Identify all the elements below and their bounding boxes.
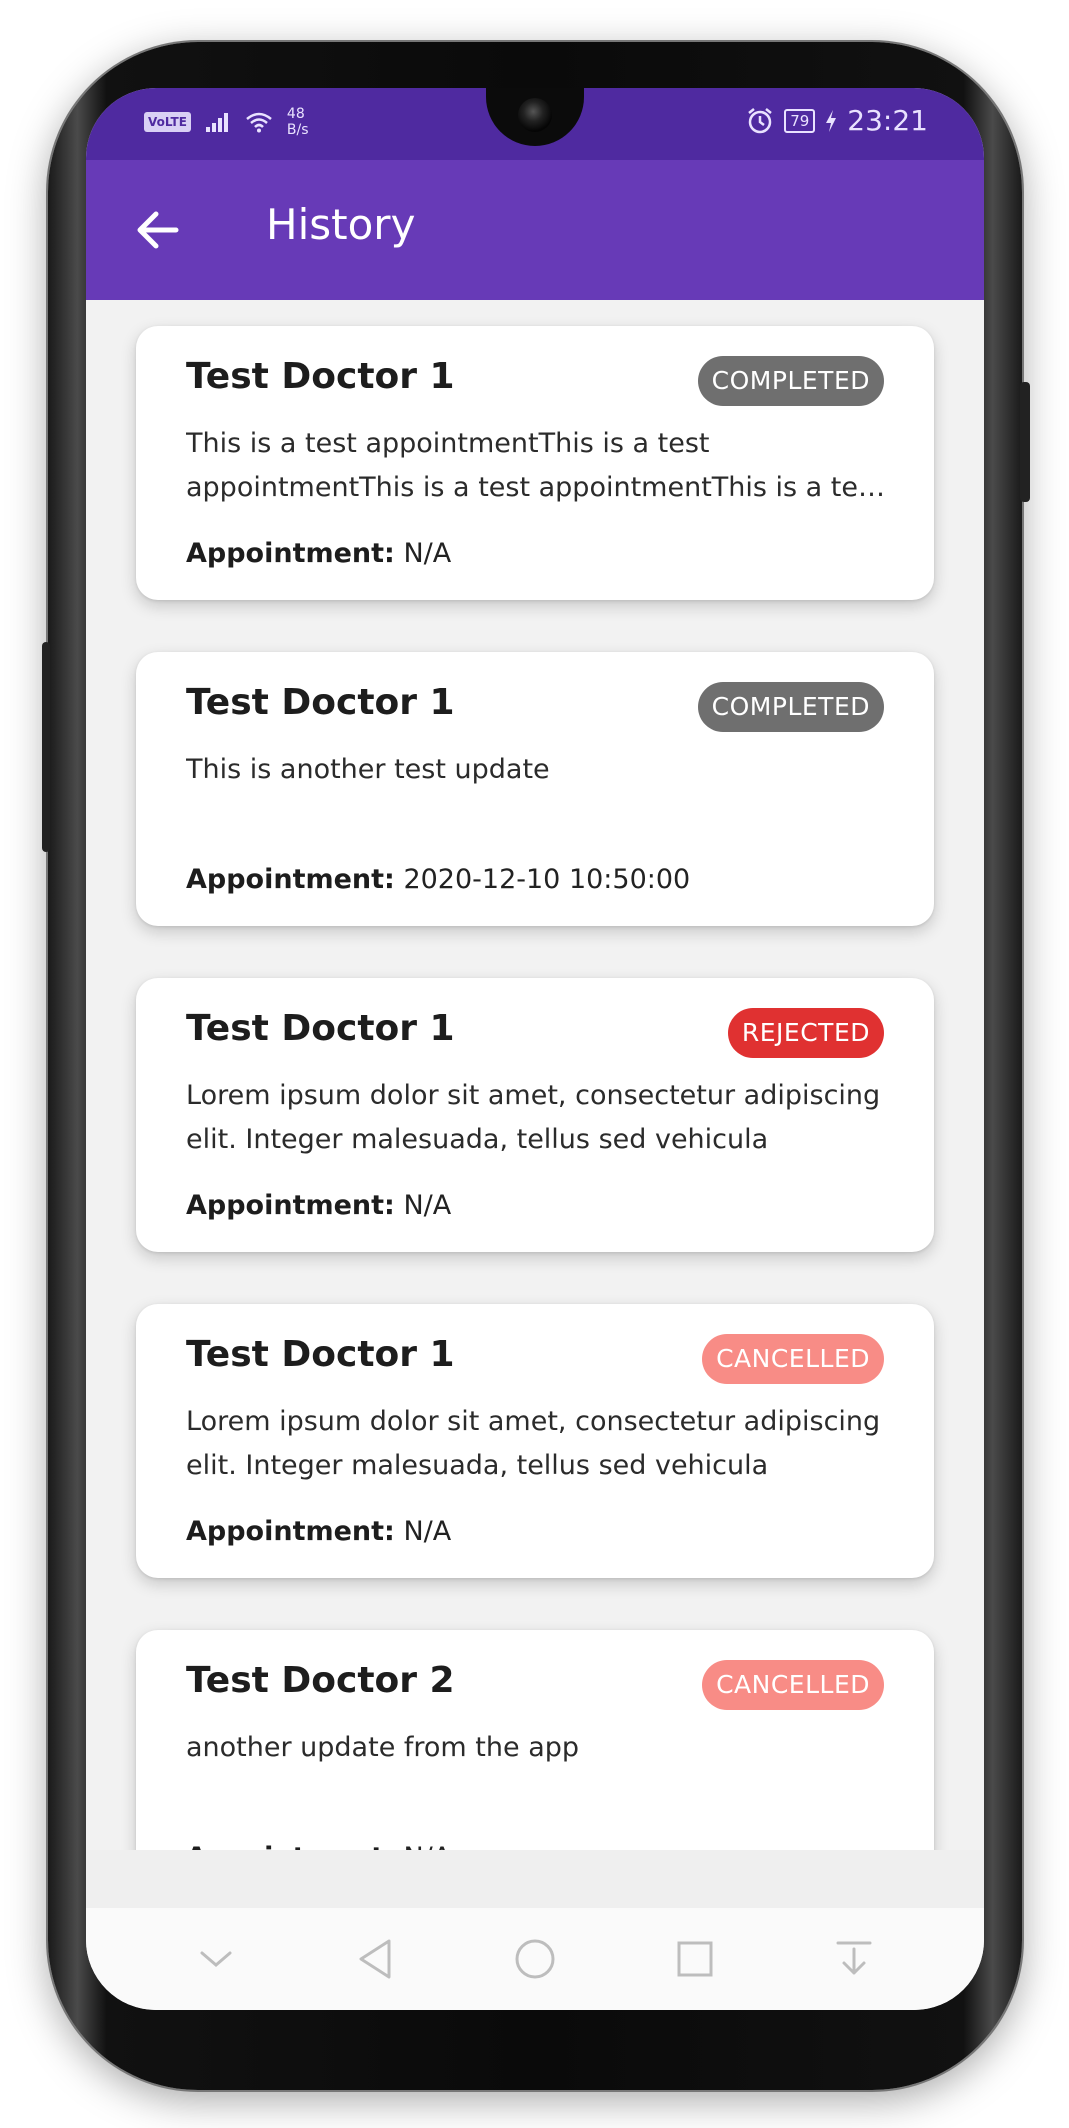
doctor-name: Test Doctor 1 [186, 682, 455, 723]
status-bar-left: VoLTE 48 B/s [144, 106, 309, 138]
signal-icon [205, 113, 228, 132]
status-badge: CANCELLED [702, 1660, 884, 1710]
nav-back-button[interactable] [345, 1929, 405, 1989]
status-badge: CANCELLED [702, 1334, 884, 1384]
appointment-row: Appointment: 2020-12-10 10:50:00 [186, 864, 690, 895]
doctor-name: Test Doctor 1 [186, 1334, 455, 1375]
net-speed-unit: B/s [286, 122, 309, 138]
doctor-name: Test Doctor 1 [186, 356, 455, 397]
history-card[interactable]: Test Doctor 2 CANCELLED another update f… [136, 1630, 934, 1850]
volte-icon: VoLTE [144, 112, 191, 132]
arrow-left-icon [137, 211, 179, 249]
appointment-label: Appointment: [186, 1842, 395, 1850]
system-nav-bar [86, 1908, 984, 2010]
appointment-value: N/A [403, 1516, 452, 1547]
appointment-label: Appointment: [186, 538, 395, 569]
list-bottom-spacer [86, 1850, 984, 1908]
front-camera [518, 98, 552, 132]
history-list[interactable]: Test Doctor 1 COMPLETED This is a test a… [86, 300, 984, 1850]
back-button[interactable] [130, 202, 186, 258]
net-speed: 48 B/s [287, 106, 309, 138]
appointment-value: N/A [403, 1842, 451, 1850]
net-speed-value: 48 [286, 106, 305, 122]
battery-level: 79 [784, 108, 816, 133]
status-bar-right: 79 23:21 [746, 104, 928, 137]
appointment-description: another update from the app [186, 1732, 580, 1763]
appointment-row: Appointment: N/A [186, 1842, 451, 1850]
status-badge: COMPLETED [697, 356, 884, 406]
triangle-back-icon [359, 1939, 391, 1979]
doctor-name: Test Doctor 2 [186, 1660, 455, 1701]
appointment-description: This is another test update [186, 754, 550, 785]
wifi-icon [246, 112, 272, 133]
nav-home-button[interactable] [505, 1929, 565, 1989]
square-recents-icon [677, 1941, 713, 1977]
nav-hide-button[interactable] [186, 1929, 246, 1989]
appointment-label: Appointment: [186, 1190, 395, 1221]
appointment-row: Appointment: N/A [186, 1190, 451, 1221]
appointment-description: This is a test appointmentThis is a test… [186, 428, 883, 503]
circle-home-icon [515, 1939, 555, 1979]
history-card[interactable]: Test Doctor 1 CANCELLED Lorem ipsum dolo… [136, 1304, 934, 1578]
nav-notifications-button[interactable] [824, 1929, 884, 1989]
appointment-row: Appointment: N/A [186, 1516, 451, 1547]
alarm-icon [748, 107, 772, 133]
appointment-value: 2020-12-10 10:50:00 [403, 864, 691, 895]
history-card[interactable]: Test Doctor 1 COMPLETED This is a test a… [136, 326, 934, 600]
charging-icon [826, 109, 837, 132]
appointment-label: Appointment: [186, 1516, 395, 1547]
page-title: History [266, 200, 416, 249]
status-bar: VoLTE 48 B/s 79 23:21 [86, 88, 984, 160]
chevron-down-icon [200, 1951, 232, 1967]
phone-power-button [1020, 382, 1030, 502]
history-card[interactable]: Test Doctor 1 REJECTED Lorem ipsum dolor… [136, 978, 934, 1252]
status-badge: COMPLETED [697, 682, 884, 732]
phone-volume-button [42, 642, 50, 852]
status-badge: REJECTED [727, 1008, 884, 1058]
appointment-label: Appointment: [186, 864, 395, 895]
stage: VoLTE 48 B/s 79 23:21 History Test Docto… [0, 0, 1069, 2128]
appointment-row: Appointment: N/A [186, 538, 451, 569]
screen: VoLTE 48 B/s 79 23:21 History Test Docto… [86, 88, 984, 2010]
doctor-name: Test Doctor 1 [186, 1008, 455, 1049]
appointment-value: N/A [403, 538, 452, 569]
appointment-description: Lorem ipsum dolor sit amet, consectetur … [186, 1406, 881, 1481]
history-card[interactable]: Test Doctor 1 COMPLETED This is another … [136, 652, 934, 926]
app-bar: History [86, 160, 984, 300]
appointment-value: N/A [403, 1190, 452, 1221]
nav-recents-button[interactable] [665, 1929, 725, 1989]
pull-down-icon [836, 1941, 872, 1975]
appointment-description: Lorem ipsum dolor sit amet, consectetur … [186, 1080, 881, 1155]
status-time: 23:21 [847, 104, 928, 137]
